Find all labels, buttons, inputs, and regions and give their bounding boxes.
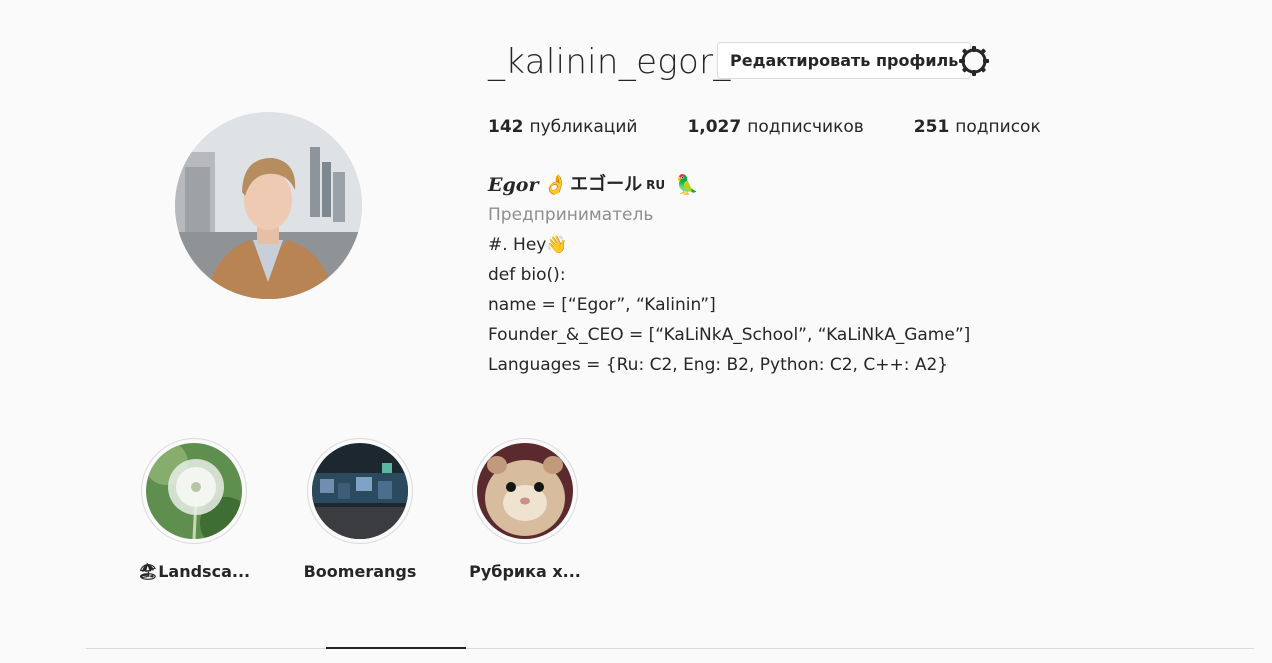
active-tab-indicator [326, 647, 466, 649]
dandelion-thumbnail [146, 443, 242, 539]
profile-page: _kalinin_egor_ Редактировать профиль 142… [0, 0, 1272, 663]
bio-line: def bio(): [488, 265, 566, 285]
name-suffix: RU [646, 178, 666, 192]
tabs-divider [86, 648, 1254, 649]
posts-stat: 142 публикаций [488, 117, 637, 137]
aquarium-thumbnail [312, 443, 408, 539]
highlight-ring [141, 438, 247, 544]
full-name-text: Egor [488, 174, 539, 196]
highlight-label: 🏖Landsca... [137, 562, 251, 581]
bio-line: Founder_&_CEO = [“KaLiNkA_School”, “KaLi… [488, 325, 971, 345]
story-highlight-boomerangs[interactable]: Boomerangs [290, 438, 430, 581]
bio-line: name = [“Egor”, “Kalinin”] [488, 295, 716, 315]
avatar-photo [175, 112, 362, 299]
profile-avatar[interactable] [175, 112, 362, 299]
full-name: Egor 👌 エゴール RU 🦜 [488, 170, 970, 200]
following-count: 251 [913, 117, 950, 137]
highlight-ring [307, 438, 413, 544]
posts-label: публикаций [529, 117, 638, 137]
username: _kalinin_egor_ [488, 42, 731, 82]
japanese-name: エゴール [570, 174, 643, 195]
bio-line: Languages = {Ru: C2, Eng: B2, Python: C2… [488, 355, 949, 375]
following-label: подписок [955, 117, 1041, 137]
bio-category: Предприниматель [488, 205, 654, 225]
story-highlight-landscapes[interactable]: 🏖Landsca... [124, 438, 264, 581]
highlight-label: Boomerangs [303, 562, 417, 581]
posts-count: 142 [488, 117, 524, 137]
story-highlight-rubrika[interactable]: Рубрика х... [455, 438, 595, 581]
following-stat[interactable]: 251 подписок [914, 117, 1041, 137]
followers-label: подписчиков [747, 117, 864, 137]
followers-count: 1,027 [687, 117, 742, 137]
bio-line: #. Hey👋 [488, 235, 568, 255]
hamster-thumbnail [477, 443, 573, 539]
edit-profile-button[interactable]: Редактировать профиль [717, 42, 972, 79]
highlight-ring [472, 438, 578, 544]
profile-stats: 142 публикаций 1,027 подписчиков 251 подпис… [488, 117, 1091, 137]
followers-stat[interactable]: 1,027 подписчиков [687, 117, 863, 137]
ok-hand-emoji: 👌 [542, 174, 567, 196]
parrot-emoji: 🦜 [675, 174, 699, 196]
profile-bio: Egor 👌 エゴール RU 🦜 Предприниматель #. Hey👋… [488, 170, 970, 380]
highlight-label: Рубрика х... [469, 562, 581, 581]
gear-icon[interactable] [958, 45, 990, 77]
